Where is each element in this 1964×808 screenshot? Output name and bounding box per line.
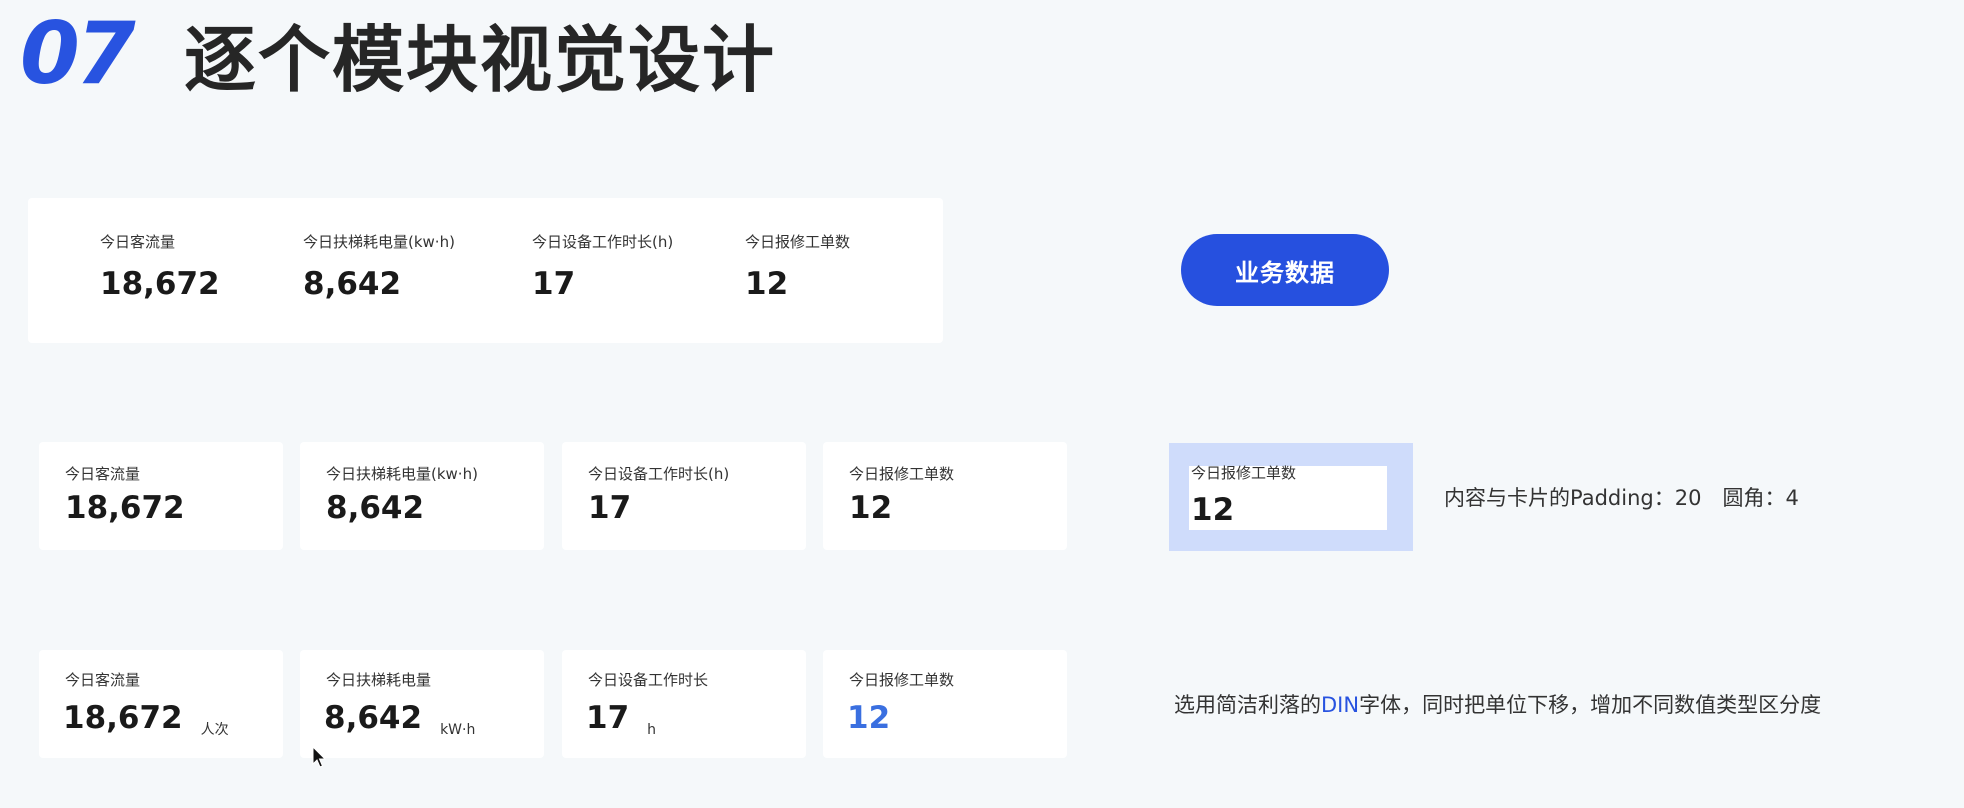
stat-item-repairs: 今日报修工单数 12	[745, 232, 850, 302]
business-data-button[interactable]: 业务数据	[1181, 234, 1389, 306]
stat-card-repairs: 今日报修工单数 12	[823, 442, 1067, 550]
stat-value: 17	[588, 490, 632, 526]
stat-label: 今日扶梯耗电量(kw·h)	[303, 233, 455, 251]
stat-label: 今日扶梯耗电量(kw·h)	[326, 465, 478, 483]
stat-item-power: 今日扶梯耗电量(kw·h) 8,642	[303, 232, 455, 302]
stat-value: 12	[745, 266, 789, 302]
stat-label: 今日设备工作时长(h)	[532, 233, 674, 251]
stat-item-visitors: 今日客流量 18,672	[100, 232, 220, 302]
stat-label: 今日设备工作时长	[588, 671, 709, 689]
stat-label: 今日报修工单数	[1191, 464, 1297, 482]
stat-value: 8,642	[303, 266, 402, 302]
stat-value: 12	[849, 490, 893, 526]
font-note-highlight: DIN	[1321, 693, 1360, 717]
font-note-after: 字体，同时把单位下移，增加不同数值类型区分度	[1359, 693, 1822, 717]
font-note-before: 选用简洁利落的	[1174, 693, 1321, 717]
stat-value: 12	[1191, 492, 1235, 528]
padding-note: 内容与卡片的Padding：20 圆角：4	[1444, 486, 1799, 510]
stat-item-hours: 今日设备工作时长(h) 17	[532, 232, 673, 302]
stat-card-visitors-unit: 今日客流量 18,672 人次	[39, 650, 283, 758]
section-number: 07	[20, 4, 136, 104]
stat-value: 8,642	[326, 490, 425, 526]
stat-card-visitors: 今日客流量 18,672	[39, 442, 283, 550]
stat-card-repairs-unit: 今日报修工单数 12	[823, 650, 1067, 758]
stat-value: 17	[586, 700, 630, 736]
stat-value: 18,672	[100, 266, 220, 302]
stat-unit: 人次	[200, 722, 229, 738]
page-title: 逐个模块视觉设计	[184, 18, 777, 102]
stat-card-hours-unit: 今日设备工作时长 17 h	[562, 650, 806, 758]
stat-value-highlight: 12	[847, 700, 891, 736]
stat-label: 今日设备工作时长(h)	[588, 465, 730, 483]
stat-label: 今日报修工单数	[745, 233, 851, 251]
stat-card-hours: 今日设备工作时长(h) 17	[562, 442, 806, 550]
stat-label: 今日扶梯耗电量	[326, 671, 432, 689]
mouse-cursor-icon	[312, 746, 327, 768]
stats-card-combined: 今日客流量 18,672 今日扶梯耗电量(kw·h) 8,642 今日设备工作时…	[28, 198, 943, 343]
stat-value: 18,672	[65, 490, 185, 526]
stat-label: 今日报修工单数	[849, 671, 955, 689]
stat-label: 今日客流量	[100, 233, 176, 251]
stat-card-power-unit: 今日扶梯耗电量 8,642 kW·h	[300, 650, 544, 758]
stat-card-power: 今日扶梯耗电量(kw·h) 8,642	[300, 442, 544, 550]
font-note: 选用简洁利落的DIN字体，同时把单位下移，增加不同数值类型区分度	[1174, 689, 1821, 719]
stat-label: 今日客流量	[65, 671, 141, 689]
padding-demo-card: 今日报修工单数 12	[1169, 443, 1413, 551]
stat-value: 17	[532, 266, 576, 302]
stat-value: 18,672	[63, 700, 183, 736]
stat-label: 今日报修工单数	[849, 465, 955, 483]
stat-value: 8,642	[324, 700, 423, 736]
stat-unit: h	[647, 722, 657, 738]
stat-label: 今日客流量	[65, 465, 141, 483]
stat-unit: kW·h	[440, 722, 476, 738]
